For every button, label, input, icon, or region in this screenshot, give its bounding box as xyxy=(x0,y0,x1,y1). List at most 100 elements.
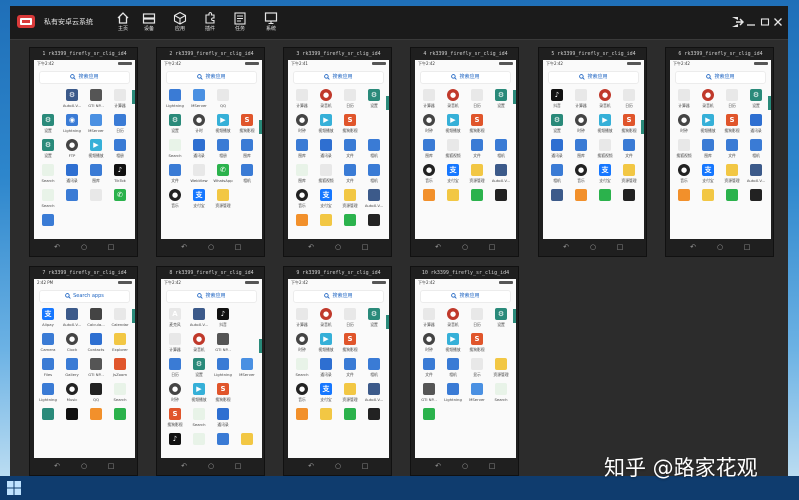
device-tile[interactable]: 10 rk3399_firefly_sr_clig_id4 下午2:42 搜索应用计… xyxy=(410,266,519,476)
home-circle-icon[interactable]: ○ xyxy=(79,242,89,252)
app-icon-cell[interactable]: 文件 xyxy=(163,162,187,187)
app-icon-cell[interactable]: 资源管理 xyxy=(489,356,513,381)
app-icon-cell[interactable] xyxy=(314,212,338,237)
app-icon-cell[interactable] xyxy=(489,187,513,212)
app-icon-cell[interactable]: ● FTP xyxy=(60,137,84,162)
app-icon-cell[interactable]: ● 录音机 xyxy=(696,87,720,112)
app-icon-cell[interactable]: Search xyxy=(36,162,60,187)
device-tile[interactable]: 5 rk3399_firefly_sr_clig_id4 下午2:42 搜索应用 ♪ 抖… xyxy=(538,47,647,257)
app-icon-cell[interactable]: 相机 xyxy=(489,137,513,162)
home-circle-icon[interactable]: ○ xyxy=(206,461,216,471)
app-icon-cell[interactable]: AutoX.V... xyxy=(362,381,386,406)
app-icon-cell[interactable]: 日历 xyxy=(108,112,132,137)
app-icon-cell[interactable]: ⚙ 设置 xyxy=(187,356,211,381)
app-icon-cell[interactable] xyxy=(235,431,259,456)
app-icon-cell[interactable]: 通讯录 xyxy=(60,162,84,187)
back-icon[interactable]: ↶ xyxy=(688,242,698,252)
app-icon-cell[interactable] xyxy=(60,187,84,212)
app-icon-cell[interactable]: Files xyxy=(36,356,60,381)
app-icon-cell[interactable]: Search xyxy=(489,381,513,406)
app-icon-cell[interactable]: 文件 xyxy=(417,356,441,381)
app-icon-cell[interactable]: AutoX.V... xyxy=(362,187,386,212)
app-icon-cell[interactable]: 资源管理 xyxy=(211,187,235,212)
app-icon-cell[interactable]: Explorer xyxy=(108,331,132,356)
app-icon-cell[interactable]: 通讯录 xyxy=(314,137,338,162)
maximize-icon[interactable] xyxy=(760,15,770,29)
app-icon-cell[interactable]: 支支付宝 xyxy=(593,162,617,187)
nav-devices[interactable]: 设备 xyxy=(134,9,164,39)
app-icon-cell[interactable] xyxy=(84,406,108,431)
app-icon-cell[interactable]: 图库 xyxy=(290,137,314,162)
app-icon-cell[interactable]: ● 时钟 xyxy=(417,331,441,356)
home-circle-icon[interactable]: ○ xyxy=(333,461,343,471)
app-icon-cell[interactable]: Contacts xyxy=(84,331,108,356)
app-icon-cell[interactable]: 通讯录 xyxy=(314,356,338,381)
back-icon[interactable]: ↶ xyxy=(179,242,189,252)
app-icon-cell[interactable] xyxy=(720,187,744,212)
close-icon[interactable] xyxy=(773,15,783,29)
app-icon-cell[interactable]: 支支付宝 xyxy=(441,162,465,187)
app-icon-cell[interactable] xyxy=(36,406,60,431)
scroll-indicator[interactable] xyxy=(768,96,771,110)
app-icon-cell[interactable]: 日历 xyxy=(617,87,641,112)
app-icon-cell[interactable]: 计算器 xyxy=(163,331,187,356)
app-icon-cell[interactable]: 搜狐视频 xyxy=(441,137,465,162)
app-icon-cell[interactable]: S 搜狗影视 xyxy=(617,112,641,137)
app-icon-cell[interactable]: S 搜狗影视 xyxy=(720,112,744,137)
app-search-bar[interactable]: 搜索应用 xyxy=(420,290,511,303)
app-icon-cell[interactable]: ▶ 视频播放 xyxy=(441,112,465,137)
app-icon-cell[interactable]: ⚙ AutoX.V... xyxy=(60,87,84,112)
device-screen[interactable]: 下午2:42 搜索应用 ⚙ AutoX.V... GTI NP... 计算器 ⚙ 设置 ◉ Lig… xyxy=(34,60,135,239)
device-screen[interactable]: 下午2:42 搜索应用 Lightning MServer QQ ⚙ 设置 ● 计时 ▶ 视频播放 S… xyxy=(161,60,262,239)
device-tile[interactable]: 9 rk3399_firefly_sr_clig_id4 下午2:42 搜索应用 计算… xyxy=(283,266,392,476)
app-icon-cell[interactable]: ● 录音机 xyxy=(441,87,465,112)
home-circle-icon[interactable]: ○ xyxy=(460,461,470,471)
app-icon-cell[interactable] xyxy=(465,187,489,212)
scroll-indicator[interactable] xyxy=(386,96,389,110)
app-search-bar[interactable]: 搜索应用 xyxy=(675,71,766,84)
app-icon-cell[interactable]: Lightning xyxy=(211,356,235,381)
app-icon-cell[interactable]: 通讯录 xyxy=(545,137,569,162)
app-icon-cell[interactable] xyxy=(545,187,569,212)
app-icon-cell[interactable]: AutoX.V... xyxy=(60,306,84,331)
app-icon-cell[interactable] xyxy=(417,406,441,431)
app-icon-cell[interactable]: 资源管理 xyxy=(338,381,362,406)
app-icon-cell[interactable]: ✆ xyxy=(108,187,132,212)
app-icon-cell[interactable]: Lightning xyxy=(441,381,465,406)
scroll-indicator[interactable] xyxy=(259,339,262,353)
app-icon-cell[interactable]: ◉ Lightning xyxy=(60,112,84,137)
recents-icon[interactable]: □ xyxy=(106,461,116,471)
recents-icon[interactable]: □ xyxy=(360,461,370,471)
app-icon-cell[interactable]: GTI NP... xyxy=(84,87,108,112)
app-icon-cell[interactable]: 相册 xyxy=(211,137,235,162)
app-icon-cell[interactable]: 显示 xyxy=(465,356,489,381)
app-icon-cell[interactable]: 资源管理 xyxy=(720,162,744,187)
app-icon-cell[interactable]: 计算器 xyxy=(672,87,696,112)
app-icon-cell[interactable]: ⚙ 设置 xyxy=(362,87,386,112)
app-icon-cell[interactable]: ● 音乐 xyxy=(290,381,314,406)
app-icon-cell[interactable]: 相机 xyxy=(362,356,386,381)
app-icon-cell[interactable]: 日历 xyxy=(338,306,362,331)
app-search-bar[interactable]: 搜索应用 xyxy=(39,71,130,84)
app-icon-cell[interactable]: ▶ 视频播放 xyxy=(84,137,108,162)
app-icon-cell[interactable]: GTI NP... xyxy=(84,356,108,381)
app-icon-cell[interactable]: S 搜狗影视 xyxy=(338,331,362,356)
app-icon-cell[interactable]: JsZoom xyxy=(108,356,132,381)
app-icon-cell[interactable]: AutoX.V... xyxy=(489,162,513,187)
app-icon-cell[interactable]: ♪ xyxy=(163,431,187,456)
device-screen[interactable]: 下午2:41 搜索应用 计算器 ● 录音机 日历 ⚙ 设置 ● 时钟 ▶ 视频播放 S 搜狗影视 图库 通讯录… xyxy=(288,60,389,239)
app-icon-cell[interactable]: ● 时钟 xyxy=(672,112,696,137)
app-icon-cell[interactable]: A 麦克风 xyxy=(163,306,187,331)
app-icon-cell[interactable]: ✆ WhatsApp xyxy=(211,162,235,187)
app-icon-cell[interactable]: 支支付宝 xyxy=(187,187,211,212)
app-icon-cell[interactable] xyxy=(441,187,465,212)
app-icon-cell[interactable]: 相机 xyxy=(362,162,386,187)
app-icon-cell[interactable]: ● 音乐 xyxy=(672,162,696,187)
app-icon-cell[interactable]: 计算器 xyxy=(108,87,132,112)
recents-icon[interactable]: □ xyxy=(106,242,116,252)
app-icon-cell[interactable]: 相机 xyxy=(362,137,386,162)
app-icon-cell[interactable]: 计算器 xyxy=(417,87,441,112)
app-icon-cell[interactable]: ● 录音机 xyxy=(187,331,211,356)
app-icon-cell[interactable] xyxy=(108,406,132,431)
app-search-bar[interactable]: 搜索应用 xyxy=(166,290,257,303)
